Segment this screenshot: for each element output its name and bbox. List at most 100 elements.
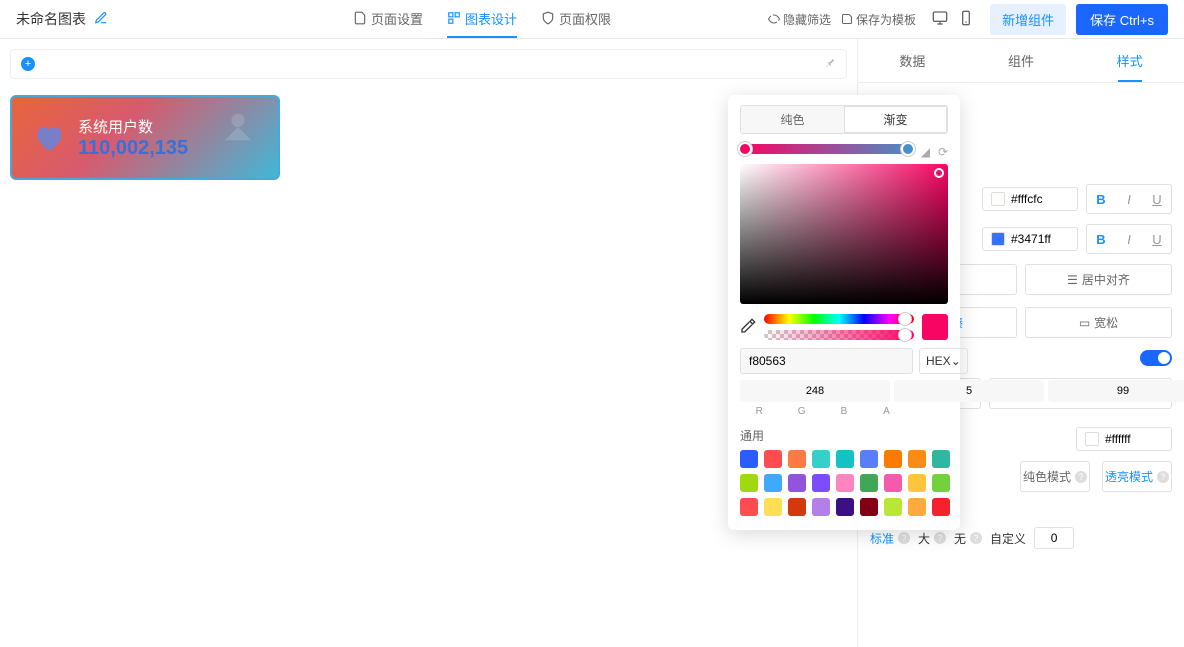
italic-button[interactable]: I: [1115, 225, 1143, 253]
common-colors-label: 通用: [740, 427, 948, 444]
canvas-toolbar: +: [10, 49, 847, 79]
saturation-area[interactable]: [740, 164, 948, 304]
chevron-down-icon: ⌄: [951, 354, 961, 368]
gradient-stop-right[interactable]: [901, 142, 915, 156]
bold-button[interactable]: B: [1087, 225, 1115, 253]
preset-swatch[interactable]: [860, 498, 878, 516]
picker-tab-solid[interactable]: 纯色: [741, 106, 844, 133]
radius-large[interactable]: 大 ?: [918, 530, 946, 547]
preset-swatch[interactable]: [740, 474, 758, 492]
help-icon: ?: [1075, 471, 1087, 483]
mobile-icon[interactable]: [958, 10, 974, 29]
g-input[interactable]: [894, 380, 1044, 402]
color-swatch: [1085, 432, 1099, 446]
preset-swatch[interactable]: [836, 450, 854, 468]
italic-button[interactable]: I: [1115, 185, 1143, 213]
eyedropper-icon[interactable]: [740, 318, 756, 337]
bg-color-input[interactable]: [1076, 427, 1172, 451]
preset-swatch[interactable]: [788, 498, 806, 516]
transparent-mode-button[interactable]: 透亮模式 ?: [1102, 461, 1172, 492]
color-hex-field[interactable]: [1011, 192, 1067, 206]
preset-swatch[interactable]: [884, 474, 902, 492]
color-input-2[interactable]: [982, 227, 1078, 251]
toggle-switch[interactable]: [1140, 350, 1172, 366]
gradient-stop-left[interactable]: [738, 142, 752, 156]
preset-swatch[interactable]: [836, 474, 854, 492]
color-picker-popup: 纯色 渐变 ◢ ⟳ HEX ⌄ ⌄ R G B A 通用: [728, 95, 960, 530]
preset-swatch[interactable]: [932, 450, 950, 468]
alpha-slider[interactable]: [764, 330, 914, 340]
spacing-loose[interactable]: ▭ 宽松: [1025, 307, 1172, 338]
tab-component[interactable]: 组件: [967, 39, 1076, 82]
preset-swatch[interactable]: [908, 474, 926, 492]
preset-swatch[interactable]: [860, 450, 878, 468]
color-hex-field[interactable]: [1105, 432, 1161, 446]
preset-swatch[interactable]: [860, 474, 878, 492]
radius-value-input[interactable]: [1034, 527, 1074, 549]
preset-swatch[interactable]: [764, 498, 782, 516]
desktop-icon[interactable]: [932, 10, 948, 29]
help-icon: ?: [898, 532, 910, 544]
color-swatch: [991, 232, 1005, 246]
add-component-button[interactable]: 新增组件: [990, 4, 1066, 35]
solid-mode-button[interactable]: 纯色模式 ?: [1020, 461, 1090, 492]
color-preview: [922, 314, 948, 340]
color-swatch: [991, 192, 1005, 206]
preset-swatch[interactable]: [908, 450, 926, 468]
preset-swatch[interactable]: [884, 450, 902, 468]
align-center-button[interactable]: ☰ 居中对齐: [1025, 264, 1172, 295]
preset-swatch[interactable]: [764, 450, 782, 468]
preset-swatch[interactable]: [788, 450, 806, 468]
picker-tab-gradient[interactable]: 渐变: [844, 106, 947, 133]
add-icon[interactable]: +: [21, 57, 35, 71]
preset-swatch[interactable]: [812, 450, 830, 468]
r-label: R: [740, 406, 778, 417]
page-title: 未命名图表: [16, 9, 86, 29]
nav-page-settings[interactable]: 页面设置: [353, 1, 423, 38]
preset-swatch[interactable]: [764, 474, 782, 492]
card-title: 系统用户数: [78, 116, 188, 137]
underline-button[interactable]: U: [1143, 185, 1171, 213]
preset-swatch[interactable]: [812, 498, 830, 516]
r-input[interactable]: [740, 380, 890, 402]
save-button[interactable]: 保存 Ctrl+s: [1076, 4, 1168, 35]
preset-swatch[interactable]: [908, 498, 926, 516]
hex-input[interactable]: [740, 348, 913, 374]
preset-swatch[interactable]: [740, 498, 758, 516]
g-label: G: [782, 406, 820, 417]
underline-button[interactable]: U: [1143, 225, 1171, 253]
nav-chart-design[interactable]: 图表设计: [447, 1, 517, 38]
saturation-cursor[interactable]: [934, 168, 944, 178]
color-input-1[interactable]: [982, 187, 1078, 211]
preset-swatch[interactable]: [932, 498, 950, 516]
format-select[interactable]: HEX ⌄: [919, 348, 968, 374]
preset-swatch[interactable]: [932, 474, 950, 492]
radius-standard[interactable]: 标准 ?: [870, 530, 910, 547]
bold-button[interactable]: B: [1087, 185, 1115, 213]
save-template-link[interactable]: 保存为模板: [841, 11, 916, 28]
metric-card[interactable]: 系统用户数 110,002,135: [10, 95, 280, 180]
flip-icon[interactable]: ◢: [921, 145, 930, 159]
preset-swatch[interactable]: [812, 474, 830, 492]
preset-swatch[interactable]: [836, 498, 854, 516]
help-icon: ?: [970, 532, 982, 544]
radius-custom[interactable]: 自定义: [990, 530, 1026, 547]
color-hex-field[interactable]: [1011, 232, 1067, 246]
preset-swatch[interactable]: [788, 474, 806, 492]
hide-filter-link[interactable]: 隐藏筛选: [768, 11, 831, 28]
pin-icon[interactable]: [824, 57, 836, 72]
preset-swatch[interactable]: [740, 450, 758, 468]
hue-thumb[interactable]: [898, 312, 912, 326]
alpha-thumb[interactable]: [898, 328, 912, 342]
nav-page-permission[interactable]: 页面权限: [541, 1, 611, 38]
gradient-bar[interactable]: [740, 144, 913, 154]
edit-title-icon[interactable]: [94, 11, 108, 28]
tab-data[interactable]: 数据: [858, 39, 967, 82]
rotate-icon[interactable]: ⟳: [938, 145, 948, 159]
hue-slider[interactable]: [764, 314, 914, 324]
b-input[interactable]: [1048, 380, 1184, 402]
preset-swatch[interactable]: [884, 498, 902, 516]
nav-label: 页面设置: [371, 9, 423, 28]
tab-style[interactable]: 样式: [1075, 39, 1184, 82]
radius-none[interactable]: 无 ?: [954, 530, 982, 547]
